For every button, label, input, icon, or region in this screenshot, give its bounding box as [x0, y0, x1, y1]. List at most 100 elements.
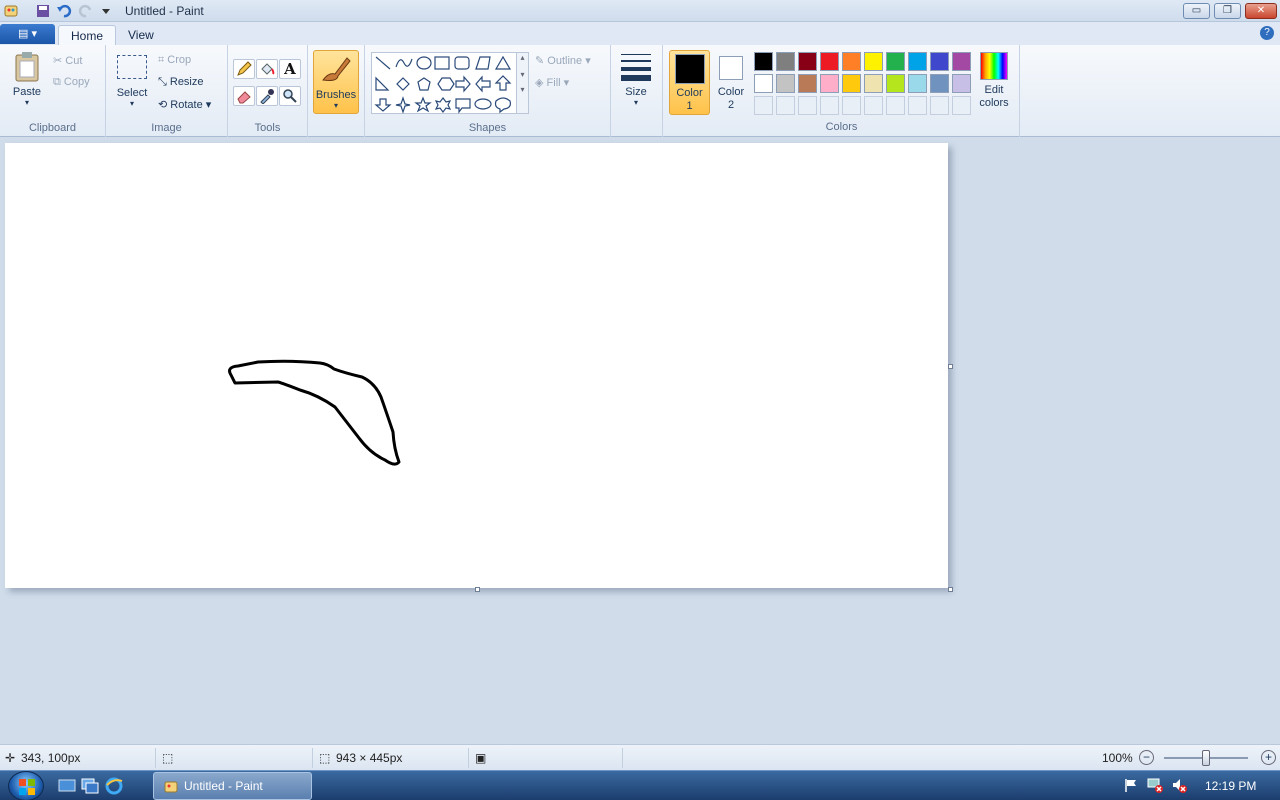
canvas-area[interactable] — [0, 137, 1280, 744]
copy-button[interactable]: ⧉ Copy — [53, 76, 90, 89]
magnifier-icon — [283, 89, 297, 103]
shapes-group: ▴ ▾ ▾ ✎ Outline ▾ ◈ Fill ▾ Shapes — [364, 45, 611, 137]
fill-tool[interactable] — [256, 59, 278, 79]
palette-color[interactable] — [798, 74, 817, 93]
palette-custom-slot[interactable] — [930, 96, 949, 115]
color2-button[interactable]: Color 2 — [712, 50, 750, 115]
volume-muted-icon[interactable] — [1171, 777, 1187, 793]
shapes-gallery[interactable] — [371, 52, 529, 114]
palette-color[interactable] — [864, 74, 883, 93]
help-icon[interactable]: ? — [1260, 26, 1274, 40]
palette-custom-slot[interactable] — [886, 96, 905, 115]
cursor-position: 343, 100px — [21, 751, 81, 765]
edit-colors-button[interactable]: Edit colors — [974, 50, 1014, 110]
zoom-slider-thumb[interactable] — [1202, 750, 1210, 766]
palette-custom-slot[interactable] — [952, 96, 971, 115]
zoom-in-button[interactable]: + — [1261, 750, 1276, 765]
zoom-out-button[interactable]: − — [1139, 750, 1154, 765]
cut-button[interactable]: ✂ Cut — [53, 54, 82, 67]
network-icon[interactable] — [1147, 777, 1163, 793]
palette-custom-slot[interactable] — [776, 96, 795, 115]
palette-custom-slot[interactable] — [842, 96, 861, 115]
start-button[interactable] — [8, 771, 44, 800]
action-center-flag-icon[interactable] — [1123, 777, 1139, 793]
redo-icon[interactable] — [78, 3, 94, 19]
select-button[interactable]: Select ▾ — [114, 55, 150, 108]
title-bar: Untitled - Paint ▭ ❐ ✕ — [0, 0, 1280, 22]
size-button[interactable]: Size ▾ — [616, 51, 656, 107]
palette-color[interactable] — [930, 74, 949, 93]
tab-view[interactable]: View — [116, 25, 166, 46]
resize-handle-right[interactable] — [948, 364, 953, 369]
rotate-label: Rotate — [170, 99, 203, 111]
paste-button[interactable]: Paste ▾ — [8, 51, 46, 107]
palette-color[interactable] — [908, 74, 927, 93]
palette-color[interactable] — [930, 52, 949, 71]
taskbar-paint-button[interactable]: Untitled - Paint — [153, 772, 312, 800]
maximize-button[interactable]: ❐ — [1214, 3, 1241, 19]
brushes-button[interactable]: Brushes ▾ — [313, 50, 359, 114]
magnifier-tool[interactable] — [279, 86, 301, 106]
palette-color[interactable] — [820, 74, 839, 93]
palette-custom-slot[interactable] — [754, 96, 773, 115]
palette-custom-slot[interactable] — [798, 96, 817, 115]
paste-label: Paste — [12, 86, 42, 98]
pencil-icon — [237, 61, 252, 76]
resize-button[interactable]: ⤡ Resize — [158, 76, 204, 89]
palette-custom-slot[interactable] — [908, 96, 927, 115]
palette-color[interactable] — [864, 52, 883, 71]
palette-custom-slot[interactable] — [864, 96, 883, 115]
color1-swatch — [674, 54, 705, 84]
rotate-button[interactable]: ⟲ Rotate ▾ — [158, 98, 211, 111]
rotate-icon: ⟲ — [158, 99, 168, 111]
text-icon: A — [284, 60, 296, 78]
undo-icon[interactable] — [56, 3, 72, 19]
close-button[interactable]: ✕ — [1245, 3, 1277, 19]
palette-color[interactable] — [842, 74, 861, 93]
drawing-canvas[interactable] — [5, 143, 948, 588]
color-picker-tool[interactable] — [256, 86, 278, 106]
outline-button[interactable]: ✎ Outline ▾ — [535, 54, 591, 67]
customize-qat-icon[interactable] — [98, 3, 114, 19]
pencil-tool[interactable] — [233, 59, 255, 79]
minimize-button[interactable]: ▭ — [1183, 3, 1210, 19]
scissors-icon: ✂ — [53, 55, 63, 67]
paint-app-icon[interactable] — [3, 3, 19, 19]
eraser-tool[interactable] — [233, 86, 255, 106]
fill-button[interactable]: ◈ Fill ▾ — [535, 76, 569, 89]
color1-button[interactable]: Color 1 — [669, 50, 710, 115]
save-icon[interactable] — [35, 3, 51, 19]
fill-label: Fill — [546, 77, 561, 89]
paint-menu-button[interactable]: ▤ ▾ — [0, 24, 55, 44]
palette-color[interactable] — [886, 52, 905, 71]
palette-color[interactable] — [820, 52, 839, 71]
palette-color[interactable] — [952, 52, 971, 71]
edit-colors-label: Edit colors — [979, 84, 1009, 109]
palette-color[interactable] — [952, 74, 971, 93]
copy-icon: ⧉ — [53, 76, 61, 88]
tab-home[interactable]: Home — [58, 25, 117, 46]
shapes-scroll[interactable]: ▴ ▾ ▾ — [516, 52, 529, 114]
taskbar: Untitled - Paint 12:19 PM — [0, 770, 1280, 800]
palette-color[interactable] — [776, 52, 795, 71]
crop-button[interactable]: ⌗ Crop — [158, 54, 191, 67]
resize-handle-corner[interactable] — [948, 587, 953, 592]
palette-custom-slot[interactable] — [820, 96, 839, 115]
palette-color[interactable] — [776, 74, 795, 93]
text-tool[interactable]: A — [279, 59, 301, 79]
image-group-label: Image — [151, 122, 182, 134]
taskbar-clock[interactable]: 12:19 PM — [1205, 779, 1256, 793]
canvas-size: 943 × 445px — [336, 751, 403, 765]
switch-windows-icon[interactable] — [81, 777, 99, 795]
palette-color[interactable] — [754, 74, 773, 93]
palette-color[interactable] — [842, 52, 861, 71]
palette-color[interactable] — [908, 52, 927, 71]
palette-color[interactable] — [798, 52, 817, 71]
internet-explorer-icon[interactable] — [105, 777, 123, 795]
resize-handle-bottom[interactable] — [475, 587, 480, 592]
palette-color[interactable] — [754, 52, 773, 71]
window-title: Untitled - Paint — [125, 4, 204, 18]
palette-color[interactable] — [886, 74, 905, 93]
paint-taskbar-icon — [164, 781, 178, 793]
show-desktop-icon[interactable] — [58, 777, 76, 795]
